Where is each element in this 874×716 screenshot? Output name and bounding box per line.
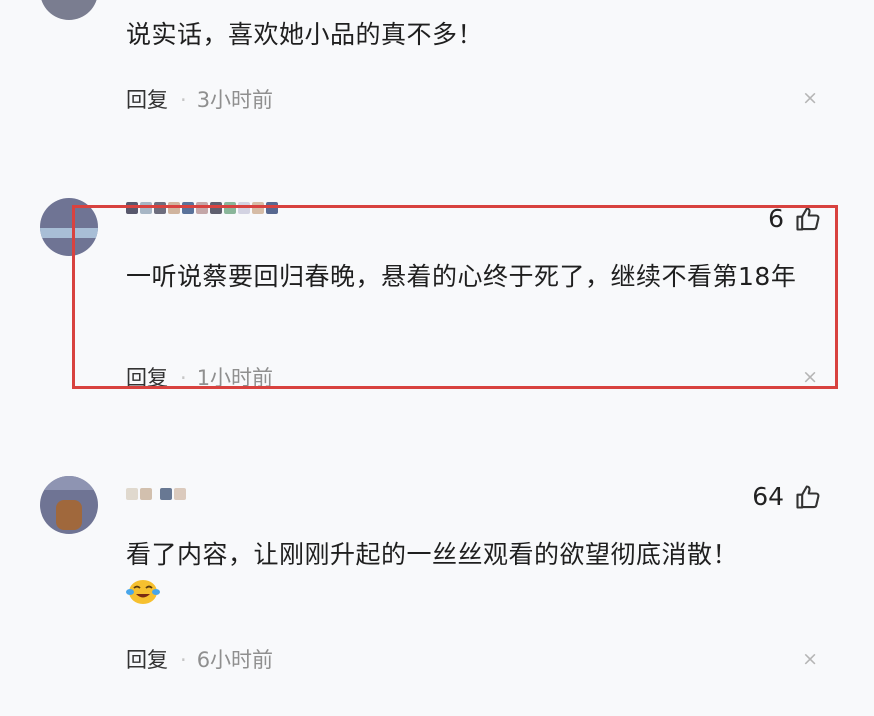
close-icon[interactable]: ×: [802, 87, 818, 109]
comment-meta: 回复 · 6小时前: [126, 644, 273, 674]
emoji-row: [126, 576, 160, 606]
comment-1: 说实话，喜欢她小品的真不多！ 回复 · 3小时前 ×: [0, 0, 874, 140]
thumbs-up-icon[interactable]: [794, 483, 822, 511]
highlight-box: [72, 205, 838, 389]
comment-3: 64 看了内容，让刚刚升起的一丝丝观看的欲望彻底消散！ 回复 · 6小时前 ×: [0, 470, 874, 690]
comment-meta: 回复 · 3小时前: [126, 84, 273, 114]
timestamp: 6小时前: [196, 648, 274, 672]
laughing-crying-emoji-icon: [126, 580, 160, 604]
meta-separator: ·: [180, 88, 187, 112]
close-icon[interactable]: ×: [802, 648, 818, 670]
reply-button[interactable]: 回复: [126, 88, 168, 112]
comment-text: 看了内容，让刚刚升起的一丝丝观看的欲望彻底消散！: [126, 540, 739, 569]
avatar[interactable]: [40, 0, 98, 20]
timestamp: 3小时前: [196, 88, 274, 112]
comment-text: 说实话，喜欢她小品的真不多！: [126, 20, 484, 49]
like-count: 64: [752, 482, 784, 511]
avatar[interactable]: [40, 476, 98, 534]
reply-button[interactable]: 回复: [126, 648, 168, 672]
like-control[interactable]: 64: [752, 482, 822, 511]
meta-separator: ·: [180, 648, 187, 672]
username-blurred: [126, 488, 186, 500]
